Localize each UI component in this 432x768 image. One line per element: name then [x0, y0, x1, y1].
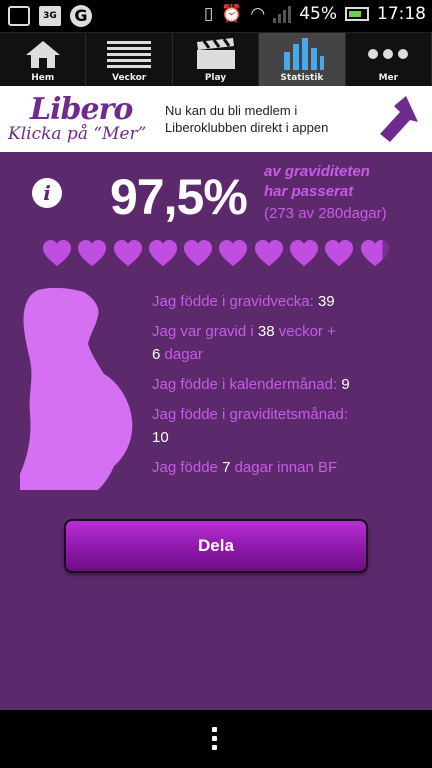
- overflow-menu-icon[interactable]: [212, 727, 220, 750]
- heart-icon: [324, 240, 354, 267]
- tab-mer[interactable]: Mer: [346, 33, 432, 86]
- network-3g-icon: 3G: [39, 6, 61, 26]
- more-dots-icon: [366, 37, 410, 71]
- alarm-icon: ⏰: [221, 4, 243, 24]
- fact-text: Jag födde i gravidvecka:: [152, 293, 314, 310]
- heart-icon: [113, 240, 143, 267]
- tab-bar: Hem Veckor Play Statistik Mer: [0, 32, 432, 86]
- arrow-up-right-icon: [376, 94, 420, 148]
- fact-text: Jag var gravid i: [152, 323, 254, 340]
- signal-icon: [273, 5, 292, 23]
- info-button[interactable]: i: [32, 178, 62, 208]
- clapperboard-icon: [194, 37, 238, 71]
- status-bar: 3G G ▯ ⏰ ◠ 45% 17:18: [0, 0, 432, 32]
- fact-pregnancy-month: Jag födde i graviditetsmånad: 10: [152, 403, 422, 449]
- fact-value: 10: [152, 429, 169, 446]
- pregnancy-silhouette-icon: [18, 286, 138, 496]
- fact-text: Jag födde i graviditetsmånad:: [152, 406, 348, 423]
- battery-percent: 45%: [299, 4, 337, 24]
- heart-icon: [289, 240, 319, 267]
- clock: 17:18: [377, 4, 426, 24]
- fact-text: veckor +: [278, 323, 336, 340]
- heart-icon: [148, 240, 178, 267]
- fact-value: 39: [317, 293, 335, 310]
- vibrate-icon: ▯: [203, 4, 214, 24]
- list-icon: [107, 37, 152, 71]
- birth-facts: Jag födde i gravidvecka: 39 Jag var grav…: [152, 290, 422, 486]
- libero-logo: Libero: [30, 92, 133, 127]
- fact-value: 7: [222, 459, 231, 476]
- fact-calendar-month: Jag födde i kalendermånad: 9: [152, 373, 422, 396]
- progress-caption-line2: har passerat: [264, 183, 354, 200]
- fact-gestation-week: Jag födde i gravidvecka: 39: [152, 290, 422, 313]
- fact-text: Jag födde: [152, 459, 218, 476]
- tab-veckor[interactable]: Veckor: [86, 33, 173, 86]
- wifi-icon: ◠: [250, 4, 266, 24]
- statistics-panel: i 97,5% av graviditeten har passerat (27…: [0, 152, 432, 710]
- tab-label: Mer: [378, 73, 399, 83]
- fact-value: 38: [257, 323, 275, 340]
- fact-pregnant-duration: Jag var gravid i 38 veckor + 6 dagar: [152, 320, 422, 366]
- google-icon: G: [70, 5, 92, 27]
- fact-text: Jag födde i kalendermånad:: [152, 376, 338, 393]
- fact-value: 6: [152, 346, 161, 363]
- heart-icon: [360, 240, 390, 267]
- bar-chart-icon: [280, 37, 324, 71]
- banner-text: Nu kan du bli medlem i Liberoklubben dir…: [165, 103, 329, 135]
- heart-icon: [42, 240, 72, 267]
- system-nav-bar: [0, 710, 432, 768]
- tab-label: Play: [204, 73, 227, 83]
- home-icon: [21, 37, 65, 71]
- heart-icon: [77, 240, 107, 267]
- tab-label: Hem: [31, 73, 55, 83]
- tab-play[interactable]: Play: [173, 33, 260, 86]
- progress-days: (273 av 280dagar): [264, 205, 387, 222]
- tab-statistik[interactable]: Statistik: [259, 33, 346, 86]
- heart-icon: [218, 240, 248, 267]
- progress-percent: 97,5%: [110, 169, 248, 225]
- fact-text: dagar: [164, 346, 203, 363]
- notification-icon: [8, 6, 30, 26]
- fact-text: dagar innan BF: [234, 459, 338, 476]
- heart-icon: [183, 240, 213, 267]
- tab-label: Veckor: [111, 73, 147, 83]
- hearts-progress: [42, 240, 390, 267]
- heart-icon: [254, 240, 284, 267]
- fact-value: 9: [341, 376, 350, 393]
- tab-hem[interactable]: Hem: [0, 33, 87, 86]
- libero-banner[interactable]: Libero Klicka på “Mer” Nu kan du bli med…: [0, 86, 432, 152]
- fact-days-before-due: Jag födde 7 dagar innan BF: [152, 456, 422, 479]
- share-button[interactable]: Dela: [64, 519, 368, 573]
- battery-icon: [345, 7, 369, 21]
- progress-caption-line1: av graviditeten: [264, 163, 370, 180]
- tab-label: Statistik: [280, 73, 324, 83]
- banner-tagline: Klicka på “Mer”: [8, 124, 147, 144]
